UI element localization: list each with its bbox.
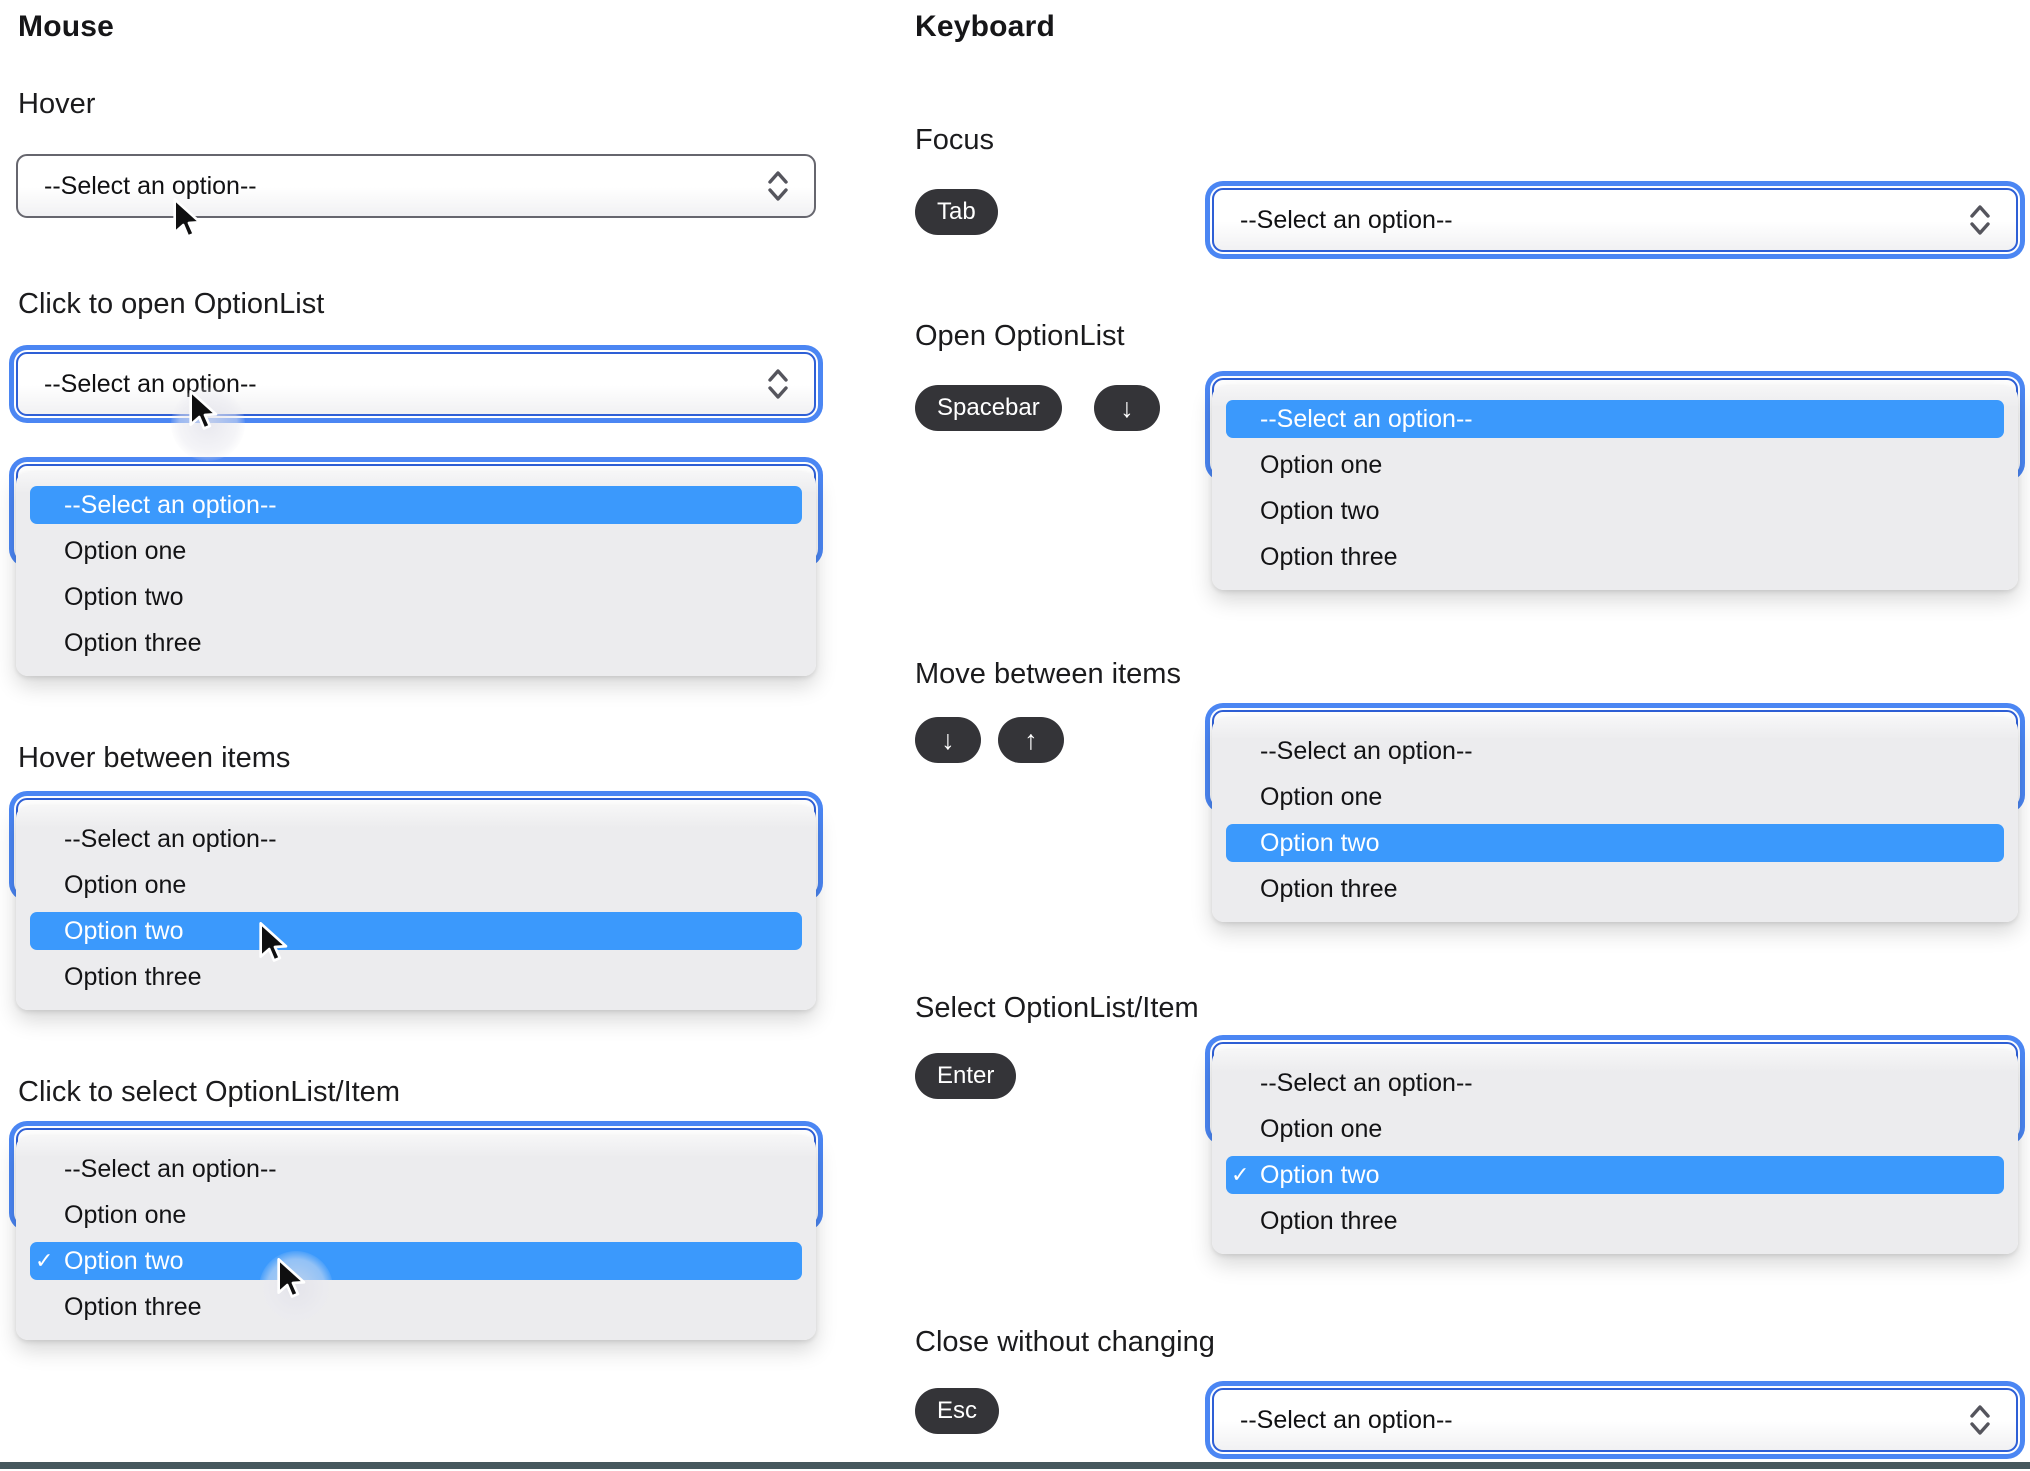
optionlist-item-highlighted[interactable]: Option two — [16, 908, 816, 954]
select-updown-icon — [768, 171, 788, 201]
select-updown-icon — [1970, 205, 1990, 235]
click-open-select[interactable]: --Select an option-- — [16, 352, 816, 416]
optionlist-item[interactable]: Option three — [1212, 866, 2018, 912]
optionlist-item[interactable]: Option three — [16, 1284, 816, 1330]
optionlist-item-selected[interactable]: ✓ Option two — [16, 1238, 816, 1284]
optionlist-item[interactable]: Option two — [1212, 488, 2018, 534]
close-section-label: Close without changing — [915, 1326, 1215, 1358]
select-placeholder: --Select an option-- — [44, 171, 257, 200]
select-placeholder: --Select an option-- — [1240, 1405, 1453, 1434]
keyboard-column-title: Keyboard — [915, 10, 1055, 43]
click-open-section-label: Click to open OptionList — [18, 288, 325, 320]
spacebar-key-badge: Spacebar — [915, 385, 1062, 431]
optionlist-item[interactable]: Option two — [16, 574, 816, 620]
optionlist-item[interactable]: Option one — [1212, 442, 2018, 488]
select-placeholder: --Select an option-- — [1240, 205, 1453, 234]
mouse-cursor-icon — [259, 922, 288, 962]
optionlist-item-selected[interactable]: ✓ Option two — [1212, 1152, 2018, 1198]
click-select-section-label: Click to select OptionList/Item — [18, 1076, 400, 1108]
close-select[interactable]: --Select an option-- — [1212, 1388, 2018, 1452]
optionlist-item[interactable]: Option one — [1212, 1106, 2018, 1152]
tab-key-badge: Tab — [915, 189, 998, 235]
enter-key-badge: Enter — [915, 1053, 1017, 1099]
mouse-cursor-icon — [277, 1258, 306, 1298]
optionlist-popup: --Select an option-- Option one Option t… — [16, 472, 816, 676]
optionlist-item[interactable]: Option three — [16, 954, 816, 1000]
optionlist-item[interactable]: --Select an option-- — [16, 816, 816, 862]
hover-select[interactable]: --Select an option-- — [16, 154, 816, 218]
select-placeholder: --Select an option-- — [44, 369, 257, 398]
mouse-cursor-icon — [189, 390, 218, 430]
move-section-label: Move between items — [915, 658, 1181, 690]
optionlist-item-highlighted[interactable]: Option two — [1212, 820, 2018, 866]
hover-section-label: Hover — [18, 88, 96, 120]
optionlist-popup: --Select an option-- Option one ✓ Option … — [16, 1136, 816, 1340]
mouse-column-title: Mouse — [18, 10, 115, 43]
optionlist-item[interactable]: Option one — [16, 528, 816, 574]
optionlist-item[interactable]: --Select an option-- — [1212, 1060, 2018, 1106]
focus-section-label: Focus — [915, 124, 994, 156]
optionlist-item[interactable]: --Select an option-- — [1212, 728, 2018, 774]
focus-select[interactable]: --Select an option-- — [1212, 188, 2018, 252]
optionlist-item[interactable]: --Select an option-- — [16, 1146, 816, 1192]
optionlist-item[interactable]: Option three — [16, 620, 816, 666]
arrow-down-key-badge: ↓ — [915, 717, 981, 763]
hover-between-section-label: Hover between items — [18, 742, 291, 774]
select-updown-icon — [1970, 1405, 1990, 1435]
optionlist-item-highlighted[interactable]: --Select an option-- — [1212, 396, 2018, 442]
optionlist-popup: --Select an option-- Option one Option t… — [1212, 386, 2018, 590]
optionlist-item-highlighted[interactable]: --Select an option-- — [16, 482, 816, 528]
optionlist-popup: --Select an option-- Option one ✓ Option … — [1212, 1050, 2018, 1254]
select-updown-icon — [768, 369, 788, 399]
checkmark-icon: ✓ — [1231, 1162, 1250, 1187]
optionlist-item[interactable]: Option one — [16, 862, 816, 908]
optionlist-item[interactable]: Option three — [1212, 1198, 2018, 1244]
checkmark-icon: ✓ — [35, 1248, 54, 1273]
optionlist-popup: --Select an option-- Option one Option t… — [16, 806, 816, 1010]
page-bottom-divider — [0, 1462, 2030, 1469]
arrow-up-key-badge: ↑ — [998, 717, 1064, 763]
mouse-cursor-icon — [173, 198, 202, 238]
optionlist-item[interactable]: Option three — [1212, 534, 2018, 580]
optionlist-item[interactable]: Option one — [16, 1192, 816, 1238]
optionlist-popup: --Select an option-- Option one Option t… — [1212, 718, 2018, 922]
optionlist-item[interactable]: Option one — [1212, 774, 2018, 820]
select-item-section-label: Select OptionList/Item — [915, 992, 1199, 1024]
open-section-label: Open OptionList — [915, 320, 1125, 352]
esc-key-badge: Esc — [915, 1388, 1000, 1434]
arrow-down-key-badge: ↓ — [1094, 385, 1160, 431]
